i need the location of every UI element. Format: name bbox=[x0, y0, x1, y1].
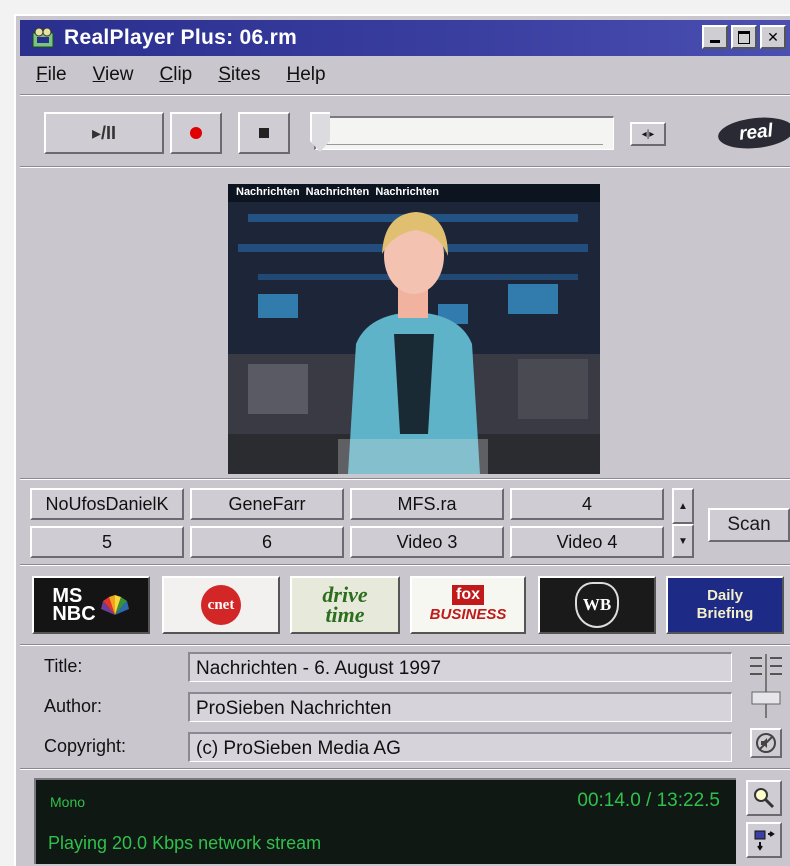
arrow-up-icon: ▲ bbox=[678, 500, 688, 512]
realplayer-window: RealPlayer Plus: 06.rm ✕ File View Clip … bbox=[14, 14, 790, 866]
business-logo: BUSINESS bbox=[429, 606, 507, 623]
divider bbox=[20, 478, 790, 480]
status-panel: Mono 00:14.0 / 13:22.5 Playing 20.0 Kbps… bbox=[34, 778, 736, 864]
copyright-label: Copyright: bbox=[44, 736, 127, 756]
minimize-button[interactable] bbox=[702, 25, 728, 49]
video-frame-image bbox=[228, 184, 600, 474]
menu-file[interactable]: File bbox=[36, 64, 67, 86]
scan-button[interactable]: Scan bbox=[708, 508, 790, 542]
menu-view[interactable]: View bbox=[93, 64, 134, 86]
real-logo-text: real bbox=[738, 120, 774, 145]
record-button[interactable] bbox=[170, 112, 222, 154]
divider bbox=[20, 768, 790, 770]
close-icon: ✕ bbox=[767, 28, 779, 45]
preset-button-5[interactable]: 5 bbox=[30, 526, 184, 558]
real-logo[interactable]: real bbox=[716, 114, 790, 152]
channel-cnet-button[interactable]: cnet bbox=[162, 576, 280, 634]
drivetime-logo-bottom: time bbox=[325, 602, 365, 627]
magnifier-icon bbox=[754, 788, 775, 809]
menu-bar: File View Clip Sites Help bbox=[20, 60, 336, 90]
channel-drivetime-button[interactable]: drive time bbox=[290, 576, 400, 634]
preset-button-video-4[interactable]: Video 4 bbox=[510, 526, 664, 558]
preset-button-3[interactable]: MFS.ra bbox=[350, 488, 504, 520]
play-pause-button[interactable]: ▸/II bbox=[44, 112, 164, 154]
msnbc-logo: MS NBC bbox=[52, 586, 129, 624]
title-bar[interactable]: RealPlayer Plus: 06.rm ✕ bbox=[20, 20, 790, 56]
channel-msnbc-button[interactable]: MS NBC bbox=[32, 576, 150, 634]
stop-icon bbox=[259, 128, 269, 138]
audio-mode: Mono bbox=[50, 794, 86, 810]
author-field: ProSieben Nachrichten bbox=[188, 692, 732, 722]
peacock-icon bbox=[100, 595, 129, 615]
time-display: 00:14.0 / 13:22.5 bbox=[577, 790, 720, 811]
window-title: RealPlayer Plus: 06.rm bbox=[64, 26, 298, 49]
author-label: Author: bbox=[44, 696, 103, 716]
arrow-left-right-icon: ◂|▸ bbox=[641, 128, 655, 140]
volume-step-buttons[interactable]: ◂|▸ bbox=[630, 122, 666, 146]
channel-wb-button[interactable]: WB bbox=[538, 576, 656, 634]
preset-button-video-3[interactable]: Video 3 bbox=[350, 526, 504, 558]
wb-shield-icon: WB bbox=[575, 582, 619, 628]
menu-sites[interactable]: Sites bbox=[218, 64, 260, 86]
play-pause-label: ▸/II bbox=[91, 122, 117, 143]
channel-foxbusiness-button[interactable]: fox BUSINESS bbox=[410, 576, 526, 634]
divider bbox=[20, 166, 790, 168]
record-icon bbox=[190, 127, 202, 139]
preset-button-4[interactable]: 4 bbox=[510, 488, 664, 520]
divider bbox=[20, 564, 790, 566]
preset-scroll-down-button[interactable]: ▼ bbox=[672, 524, 694, 558]
preset-button-2[interactable]: GeneFarr bbox=[190, 488, 344, 520]
seek-bar[interactable] bbox=[314, 116, 614, 150]
divider bbox=[20, 644, 790, 646]
speaker-button[interactable] bbox=[750, 728, 782, 758]
arrow-down-icon: ▼ bbox=[678, 535, 688, 547]
app-icon[interactable] bbox=[30, 26, 56, 50]
minimize-icon bbox=[710, 39, 720, 43]
channel-daily-briefing-button[interactable]: Daily Briefing bbox=[666, 576, 784, 634]
fox-logo: fox bbox=[452, 585, 484, 605]
title-label: Title: bbox=[44, 656, 83, 676]
maximize-button[interactable] bbox=[731, 25, 757, 49]
status-message: Playing 20.0 Kbps network stream bbox=[48, 833, 322, 853]
video-overlay-text: Nachrichten Nachrichten Nachrichten bbox=[236, 186, 439, 198]
copyright-field: (c) ProSieben Media AG bbox=[188, 732, 732, 762]
preset-button-6[interactable]: 6 bbox=[190, 526, 344, 558]
menu-help[interactable]: Help bbox=[287, 64, 326, 86]
close-button[interactable]: ✕ bbox=[760, 25, 786, 49]
volume-slider[interactable] bbox=[746, 652, 786, 722]
compact-view-icon bbox=[754, 830, 775, 851]
divider bbox=[20, 94, 790, 96]
cnet-logo: cnet bbox=[201, 585, 241, 625]
video-display[interactable]: Nachrichten Nachrichten Nachrichten bbox=[228, 184, 600, 474]
clip-info-button[interactable] bbox=[746, 780, 782, 816]
preset-button-1[interactable]: NoUfosDanielK bbox=[30, 488, 184, 520]
volume-slider-track bbox=[750, 654, 782, 718]
stop-button[interactable] bbox=[238, 112, 290, 154]
preset-scroll-up-button[interactable]: ▲ bbox=[672, 488, 694, 524]
menu-clip[interactable]: Clip bbox=[159, 64, 192, 86]
maximize-icon bbox=[738, 30, 750, 44]
compact-mode-button[interactable] bbox=[746, 822, 782, 858]
title-field: Nachrichten - 6. August 1997 bbox=[188, 652, 732, 682]
seek-ticks bbox=[326, 140, 603, 145]
speaker-mute-icon bbox=[756, 733, 776, 753]
